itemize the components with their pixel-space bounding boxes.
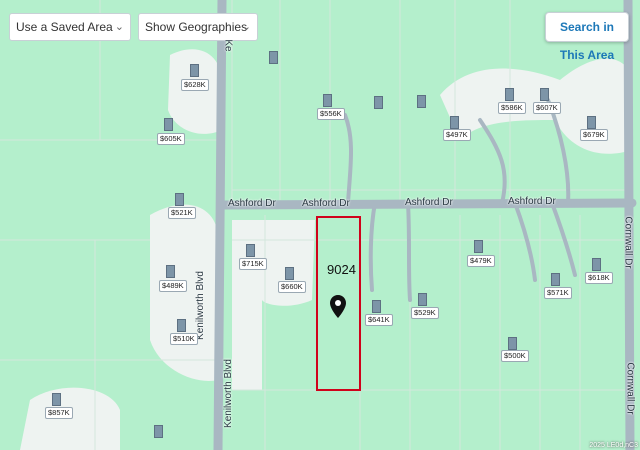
developed-area-nw <box>168 49 223 134</box>
saved-area-dropdown[interactable]: Use a Saved Area ⌄ <box>9 13 131 41</box>
house-marker-icon[interactable] <box>177 319 186 332</box>
house-marker-icon[interactable] <box>474 240 483 253</box>
house-marker-icon[interactable] <box>374 96 383 109</box>
house-marker-icon[interactable] <box>323 94 332 107</box>
price-tag[interactable]: $857K <box>45 407 73 419</box>
price-tag[interactable]: $607K <box>533 102 561 114</box>
house-marker-icon[interactable] <box>269 51 278 64</box>
price-tag[interactable]: $510K <box>170 333 198 345</box>
house-marker-icon[interactable] <box>190 64 199 77</box>
developed-area-west <box>150 204 218 381</box>
house-marker-icon[interactable] <box>592 258 601 271</box>
house-marker-icon[interactable] <box>175 193 184 206</box>
street-label-ashford: Ashford Dr <box>228 198 276 209</box>
street-label-ashford: Ashford Dr <box>405 197 453 208</box>
price-tag[interactable]: $618K <box>585 272 613 284</box>
price-tag[interactable]: $641K <box>365 314 393 326</box>
price-tag[interactable]: $500K <box>501 350 529 362</box>
price-tag[interactable]: $715K <box>239 258 267 270</box>
price-tag[interactable]: $489K <box>159 280 187 292</box>
price-tag[interactable]: $521K <box>168 207 196 219</box>
price-tag[interactable]: $571K <box>544 287 572 299</box>
price-tag[interactable]: $628K <box>181 79 209 91</box>
house-marker-icon[interactable] <box>508 337 517 350</box>
price-tag[interactable]: $660K <box>278 281 306 293</box>
house-marker-icon[interactable] <box>166 265 175 278</box>
house-marker-icon[interactable] <box>246 244 255 257</box>
street-label-kenilworth: Kenilworth Blvd <box>222 359 234 428</box>
price-tag[interactable]: $479K <box>467 255 495 267</box>
price-tag[interactable]: $529K <box>411 307 439 319</box>
house-marker-icon[interactable] <box>372 300 381 313</box>
map-attribution: 2025 LE0d,nC3 <box>589 442 638 449</box>
street-label-kenilworth: Kenilworth Blvd <box>194 271 206 340</box>
developed-area-center <box>232 220 315 390</box>
price-tag[interactable]: $497K <box>443 129 471 141</box>
lot-pin-icon[interactable] <box>330 295 346 318</box>
house-marker-icon[interactable] <box>418 293 427 306</box>
price-tag[interactable]: $586K <box>498 102 526 114</box>
house-marker-icon[interactable] <box>450 116 459 129</box>
house-marker-icon[interactable] <box>540 88 549 101</box>
street-label-ashford: Ashford Dr <box>508 196 556 207</box>
map-canvas[interactable]: Use a Saved Area ⌄ Show Geographies ⌄ Se… <box>0 0 640 450</box>
house-marker-icon[interactable] <box>551 273 560 286</box>
street-label-ashford: Ashford Dr <box>302 198 350 209</box>
house-marker-icon[interactable] <box>285 267 294 280</box>
price-tag[interactable]: $556K <box>317 108 345 120</box>
street-label-kenilworth-top: Ke <box>222 39 234 52</box>
chevron-down-icon: ⌄ <box>114 21 124 33</box>
house-marker-icon[interactable] <box>587 116 596 129</box>
geographies-dropdown[interactable]: Show Geographies ⌄ <box>138 13 258 41</box>
house-marker-icon[interactable] <box>417 95 426 108</box>
selected-lot-id: 9024 <box>327 262 356 277</box>
price-tag[interactable]: $679K <box>580 129 608 141</box>
house-marker-icon[interactable] <box>164 118 173 131</box>
street-label-cornwall: Cornwall Dr <box>624 362 636 415</box>
chevron-down-icon: ⌄ <box>241 21 251 33</box>
search-in-area-button[interactable]: Search in This Area <box>545 12 629 62</box>
house-marker-icon[interactable] <box>52 393 61 406</box>
geographies-label: Show Geographies <box>145 20 248 34</box>
street-label-cornwall: Cornwall Dr <box>622 216 634 269</box>
map-base <box>0 0 637 450</box>
house-marker-icon[interactable] <box>154 425 163 438</box>
house-marker-icon[interactable] <box>505 88 514 101</box>
price-tag[interactable]: $605K <box>157 133 185 145</box>
saved-area-label: Use a Saved Area <box>16 20 113 34</box>
